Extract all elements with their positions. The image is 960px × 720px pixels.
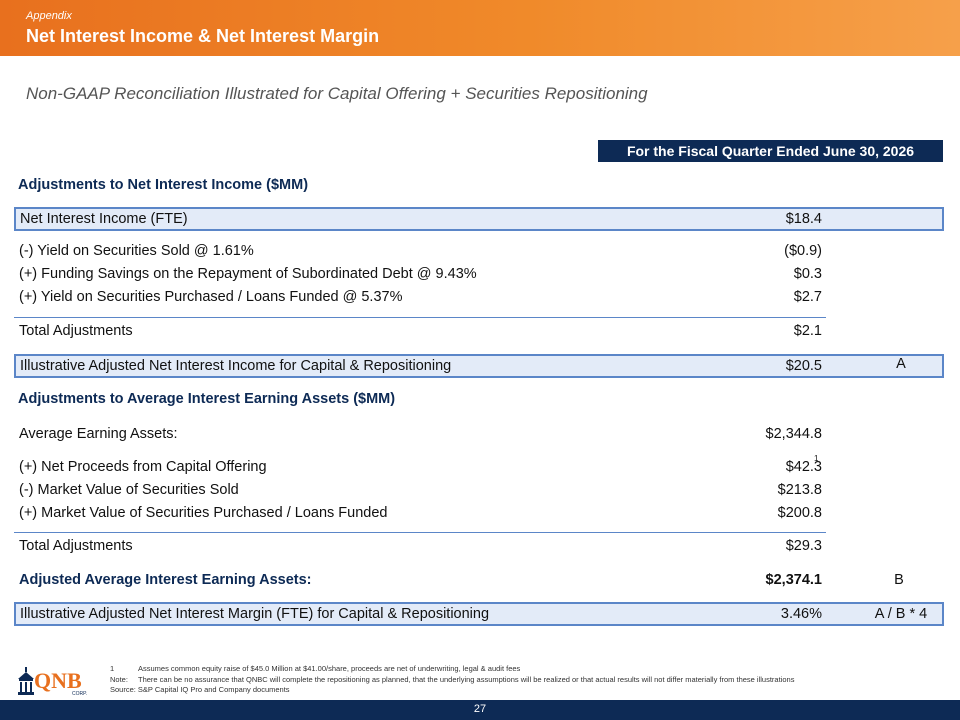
row-value: $18.4 bbox=[785, 211, 822, 227]
footnote-source: Source: S&P Capital IQ Pro and Company d… bbox=[110, 685, 290, 694]
period-header: For the Fiscal Quarter Ended June 30, 20… bbox=[598, 140, 943, 162]
row-label: (-) Yield on Securities Sold @ 1.61% bbox=[19, 243, 254, 259]
nii-section-heading: Adjustments to Net Interest Income ($MM) bbox=[18, 177, 309, 193]
row-value: $200.8 bbox=[777, 505, 822, 521]
row-reference: A bbox=[896, 356, 906, 372]
nii-adjustment-row: (-) Yield on Securities Sold @ 1.61% ($0… bbox=[14, 240, 944, 264]
row-label: (+) Funding Savings on the Repayment of … bbox=[19, 266, 477, 282]
row-label: Illustrative Adjusted Net Interest Margi… bbox=[20, 606, 490, 622]
row-value: $0.3 bbox=[793, 266, 822, 282]
row-value: $213.8 bbox=[777, 482, 822, 498]
footnote-note: Note: There can be no assurance that QNBC… bbox=[110, 674, 795, 684]
aiea-base-row: Average Earning Assets: $2,344.8 bbox=[14, 423, 944, 447]
footnote-1: 1 Assumes common equity raise of $45.0 Mi… bbox=[110, 664, 521, 673]
row-value: $2,374.1 bbox=[765, 572, 822, 588]
row-label: (+) Yield on Securities Purchased / Loan… bbox=[19, 289, 403, 305]
page-number: 27 bbox=[473, 703, 487, 715]
row-label: Total Adjustments bbox=[19, 323, 133, 339]
aiea-adjustment-row: (+) Net Proceeds from Capital Offering $… bbox=[14, 454, 944, 480]
header-banner: Appendix Net Interest Income & Net Inter… bbox=[0, 0, 960, 56]
nii-adjusted-row: Illustrative Adjusted Net Interest Incom… bbox=[14, 354, 944, 378]
aiea-adjusted-row: Adjusted Average Interest Earning Assets… bbox=[14, 569, 944, 593]
row-value: $29.3 bbox=[785, 538, 822, 554]
aiea-adjustment-row: (-) Market Value of Securities Sold $213… bbox=[14, 479, 944, 503]
row-value: $20.5 bbox=[785, 358, 822, 374]
row-label: (+) Market Value of Securities Purchased… bbox=[19, 505, 388, 521]
logo-subtext: CORP. bbox=[72, 691, 88, 697]
divider bbox=[14, 532, 826, 533]
footer-bar: 27 bbox=[0, 700, 960, 720]
row-label: Total Adjustments bbox=[19, 538, 133, 554]
row-value: ($0.9) bbox=[784, 243, 822, 259]
aiea-adjustment-row: (+) Market Value of Securities Purchased… bbox=[14, 502, 944, 526]
row-label: Average Earning Assets: bbox=[19, 426, 178, 442]
nii-adjustment-row: (+) Yield on Securities Purchased / Loan… bbox=[14, 286, 944, 310]
company-logo: QNB CORP. bbox=[14, 664, 94, 698]
footnotes: 1 Assumes common equity raise of $45.0 Mi… bbox=[110, 664, 794, 696]
row-value: $2,344.8 bbox=[765, 426, 822, 442]
row-label: (-) Market Value of Securities Sold bbox=[19, 482, 239, 498]
row-reference: B bbox=[894, 572, 904, 588]
row-reference: A / B * 4 bbox=[874, 606, 928, 622]
header-kicker: Appendix bbox=[26, 10, 72, 22]
footnote-marker: 1 bbox=[814, 454, 819, 463]
aiea-total-row: Total Adjustments $29.3 bbox=[14, 535, 944, 559]
page-subtitle: Non-GAAP Reconciliation Illustrated for … bbox=[26, 84, 648, 103]
nii-base-row: Net Interest Income (FTE) $18.4 bbox=[14, 207, 944, 231]
row-value: $2.7 bbox=[793, 289, 822, 305]
aiea-section-heading: Adjustments to Average Interest Earning … bbox=[18, 391, 396, 407]
nii-adjustment-row: (+) Funding Savings on the Repayment of … bbox=[14, 263, 944, 287]
page-title: Net Interest Income & Net Interest Margi… bbox=[26, 26, 380, 46]
divider bbox=[14, 317, 826, 318]
nim-row: Illustrative Adjusted Net Interest Margi… bbox=[14, 602, 944, 626]
row-label: (+) Net Proceeds from Capital Offering bbox=[19, 459, 267, 475]
row-label: Adjusted Average Interest Earning Assets… bbox=[19, 572, 312, 588]
nii-total-row: Total Adjustments $2.1 bbox=[14, 320, 944, 344]
row-label: Illustrative Adjusted Net Interest Incom… bbox=[20, 358, 452, 374]
row-label: Net Interest Income (FTE) bbox=[20, 211, 188, 227]
row-value: $2.1 bbox=[793, 323, 822, 339]
row-value: 3.46% bbox=[780, 606, 822, 622]
